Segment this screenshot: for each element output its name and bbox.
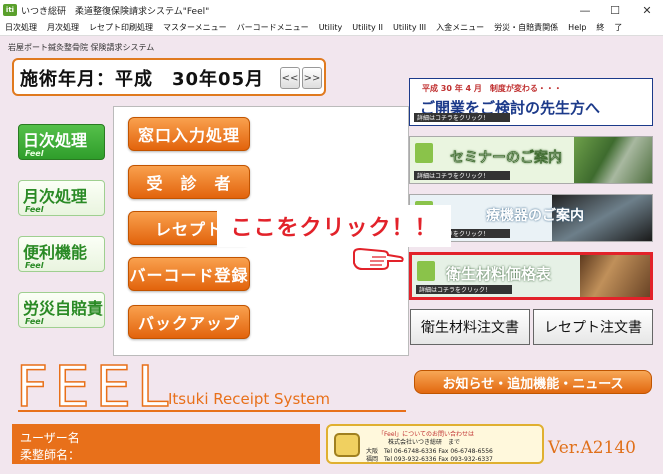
utility-functions-sub: Feel: [25, 261, 44, 270]
treatment-month: 施術年月：平成 30年05月: [20, 69, 265, 90]
user-name-label: ユーザー名: [20, 431, 80, 445]
monthly-process-button[interactable]: 月次処理 Feel: [18, 180, 105, 216]
monthly-process-label: 月次処理: [23, 187, 88, 206]
menu-monthly[interactable]: 月次処理: [42, 22, 84, 33]
app-logo-icon: iti: [3, 4, 17, 16]
ad-opening-link[interactable]: 詳細はコチラをクリック！: [414, 113, 510, 122]
news-button[interactable]: お知らせ・追加機能・ニュース: [414, 370, 652, 394]
barcode-register-button[interactable]: バーコード登録: [128, 257, 250, 291]
rosai-jibaiseki-sub: Feel: [25, 317, 44, 326]
feel-logo: FEEL: [15, 355, 175, 420]
prev-month-button[interactable]: <<: [280, 67, 300, 89]
ad-hygiene-link[interactable]: 詳細はコチラをクリック！: [416, 285, 512, 294]
telephone-icon: [334, 433, 360, 457]
menu-master[interactable]: マスターメニュー: [158, 22, 232, 33]
backup-button[interactable]: バックアップ: [128, 305, 250, 339]
contact-box: 「Feel」についてのお問い合わせは 株式会社いつき総研 まで 大阪 Tel 0…: [326, 424, 544, 464]
practitioner-name-label: 柔整師名：: [20, 448, 81, 462]
menu-daily[interactable]: 日次処理: [0, 22, 42, 33]
rosai-jibaiseki-button[interactable]: 労災自賠責 Feel: [18, 292, 105, 328]
contact-line2: 株式会社いつき総研 まで: [388, 439, 461, 446]
menu-help[interactable]: Help: [563, 23, 591, 32]
receipt-order-button[interactable]: レセプト注文書: [533, 309, 653, 345]
menu-payment[interactable]: 入金メニュー: [431, 22, 489, 33]
system-name: 岩屋ポート鍼灸整骨院 保険請求システム: [8, 43, 155, 52]
main-window: iti いつき総研 柔道整復保険請求システム"Feel" — ☐ ✕ 日次処理 …: [0, 0, 663, 474]
menu-utility[interactable]: Utility: [314, 23, 348, 32]
hygiene-photo: [580, 255, 650, 297]
seminar-photo: [574, 137, 652, 183]
next-month-button[interactable]: >>: [302, 67, 322, 89]
menu-rosai[interactable]: 労災・自賠責関係: [489, 22, 563, 33]
ad-hygiene-price-banner[interactable]: 衛生材料価格表 詳細はコチラをクリック！: [409, 252, 653, 300]
version-label: Ver.A2140: [548, 438, 636, 458]
patient-button[interactable]: 受 診 者: [128, 165, 250, 199]
monthly-process-sub: Feel: [25, 205, 44, 214]
menu-utility-3[interactable]: Utility III: [388, 23, 431, 32]
menu-bar: 日次処理 月次処理 レセプト印刷処理 マスターメニュー バーコードメニュー Ut…: [0, 20, 663, 36]
logo-underline: [18, 410, 406, 412]
company-logo-icon: [415, 143, 433, 163]
hygiene-order-button[interactable]: 衛生材料注文書: [410, 309, 530, 345]
menu-exit-1[interactable]: 終: [591, 22, 609, 33]
window-title: いつき総研 柔道整復保険請求システム"Feel": [21, 6, 210, 17]
menu-utility-2[interactable]: Utility II: [347, 23, 388, 32]
utility-functions-label: 便利機能: [23, 243, 88, 262]
menu-receipt-print[interactable]: レセプト印刷処理: [84, 22, 158, 33]
ad-opening-small: 平成 30 年 4 月 制度が変わる・・・: [422, 84, 562, 93]
maximize-button[interactable]: ☐: [600, 0, 630, 20]
contact-fukuoka: 福岡 Tel 093-932-6336 Fax 093-932-6337: [366, 456, 493, 463]
daily-process-label: 日次処理: [23, 131, 88, 150]
logo-subtitle: Itsuki Receipt System: [168, 390, 330, 408]
daily-process-button[interactable]: 日次処理 Feel: [18, 124, 105, 160]
company-logo-icon: [417, 261, 435, 281]
close-button[interactable]: ✕: [632, 0, 662, 20]
title-bar: iti いつき総研 柔道整復保険請求システム"Feel" — ☐ ✕: [0, 0, 663, 20]
month-panel: 施術年月：平成 30年05月 << >>: [12, 58, 326, 96]
menu-barcode[interactable]: バーコードメニュー: [232, 22, 314, 33]
ad-hygiene-title: 衛生材料価格表: [446, 265, 552, 283]
user-info-box: ユーザー名 柔整師名：: [12, 424, 320, 464]
utility-functions-button[interactable]: 便利機能 Feel: [18, 236, 105, 272]
ad-seminar-title: セミナーのご案内: [450, 150, 562, 166]
minimize-button[interactable]: —: [570, 0, 600, 20]
ad-seminar-link[interactable]: 詳細はコチラをクリック！: [414, 171, 510, 180]
daily-process-sub: Feel: [25, 149, 44, 158]
click-here-callout: ここをクリック！！: [217, 205, 451, 247]
pointing-hand-icon: [353, 247, 404, 270]
rosai-jibaiseki-label: 労災自賠責: [23, 299, 104, 318]
ad-opening-banner[interactable]: 平成 30 年 4 月 制度が変わる・・・ ご開業をご検討の先生方へ 詳細はコチ…: [409, 78, 653, 126]
ad-seminar-banner[interactable]: セミナーのご案内 詳細はコチラをクリック！: [409, 136, 653, 184]
counter-input-button[interactable]: 窓口入力処理: [128, 117, 250, 151]
menu-exit-2[interactable]: 了: [609, 22, 627, 33]
ad-device-title: 療機器のご案内: [486, 208, 584, 224]
